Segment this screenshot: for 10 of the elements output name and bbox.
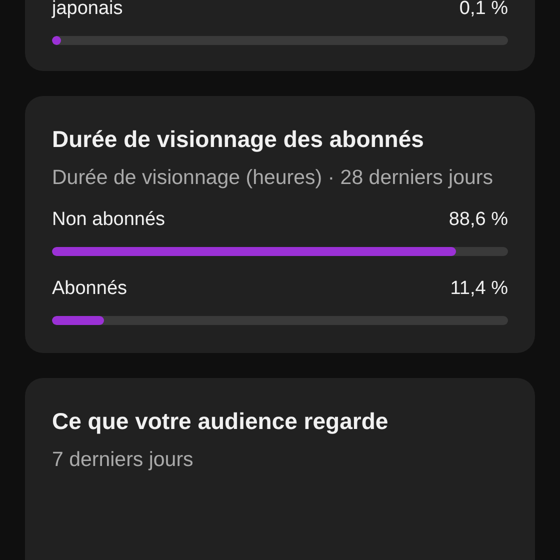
row-label: Abonnés (52, 277, 128, 301)
card-title: Durée de visionnage des abonnés (52, 126, 425, 153)
card-subtitle: 7 derniers jours (52, 447, 194, 473)
card-subtitle: Durée de visionnage (heures) · 28 derniers jours (52, 165, 494, 191)
card-title: Ce que votre audience regarde (52, 408, 390, 435)
row-percentage: 88,6 % (448, 208, 508, 232)
row-percentage: 11,4 % (450, 277, 508, 301)
row-label: Non abonnés (52, 208, 166, 232)
row-percentage: 0,1 % (459, 0, 508, 21)
row-label: japonais (52, 0, 123, 21)
